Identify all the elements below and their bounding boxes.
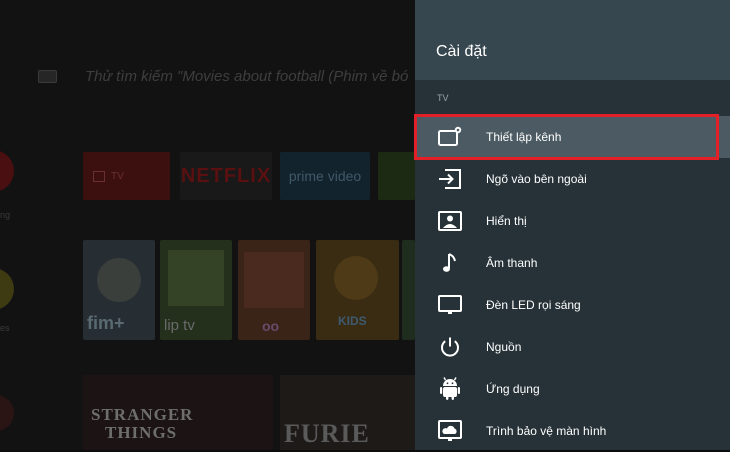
settings-item-display[interactable]: Hiển thị — [415, 200, 730, 242]
tv-app-label: TV — [111, 170, 124, 182]
settings-item-sound[interactable]: Âm thanh — [415, 242, 730, 284]
poster-fim[interactable]: fim+ — [83, 240, 155, 340]
screensaver-icon — [436, 417, 464, 445]
led-illumination-icon — [436, 291, 464, 319]
external-input-icon — [436, 165, 464, 193]
display-icon — [436, 207, 464, 235]
settings-item-label: Trình bảo vệ màn hình — [486, 424, 607, 438]
prime-video-logo: prime video — [288, 168, 362, 184]
search-bar[interactable]: Thử tìm kiếm "Movies about football (Phi… — [38, 68, 408, 85]
poster-kids[interactable]: KIDS — [316, 240, 399, 340]
settings-item-power[interactable]: Nguồn — [415, 326, 730, 368]
stranger-title-line1: STRANGER — [91, 405, 194, 424]
poster-6[interactable] — [402, 240, 415, 340]
settings-item-label: Hiển thị — [486, 214, 527, 228]
side-app-circle-2[interactable] — [0, 268, 14, 310]
stranger-things-tile[interactable]: STRANGER THINGS — [83, 375, 273, 450]
settings-item-label: Thiết lập kênh — [486, 130, 562, 144]
settings-item-led[interactable]: Đèn LED rọi sáng — [415, 284, 730, 326]
section-label-tv: TV — [437, 93, 449, 103]
side-label-1: ng — [0, 210, 11, 220]
settings-item-label: Đèn LED rọi sáng — [486, 298, 581, 312]
side-label-2: es — [0, 323, 10, 333]
side-app-circle-3[interactable] — [0, 395, 14, 431]
poster-label-fim: fim+ — [87, 313, 125, 333]
stranger-title-line2: THINGS — [105, 423, 178, 442]
settings-item-apps[interactable]: Ứng dụng — [415, 368, 730, 410]
android-icon — [436, 375, 464, 403]
netflix-app-tile[interactable]: NETFLIX — [180, 152, 272, 200]
settings-item-external-input[interactable]: Ngõ vào bên ngoài — [415, 158, 730, 200]
music-note-icon — [436, 249, 464, 277]
settings-item-label: Âm thanh — [486, 256, 538, 270]
settings-item-screensaver[interactable]: Trình bảo vệ màn hình — [415, 410, 730, 452]
poster-3[interactable]: oo — [238, 240, 310, 340]
app-tile-4[interactable] — [378, 152, 415, 200]
poster-lip-tv[interactable]: lip tv — [160, 240, 232, 340]
settings-item-label: Ứng dụng — [486, 382, 540, 396]
poster-label-3: oo — [262, 318, 280, 334]
launcher-background: Thử tìm kiếm "Movies about football (Phi… — [0, 0, 415, 450]
keyboard-icon — [38, 70, 57, 83]
poster-label-kids: KIDS — [338, 314, 367, 328]
furie-title: FURIE — [284, 419, 370, 448]
netflix-logo: NETFLIX — [180, 164, 272, 187]
settings-item-label: Ngõ vào bên ngoài — [486, 172, 587, 186]
power-icon — [436, 333, 464, 361]
settings-header: Cài đặt — [415, 0, 730, 80]
settings-title: Cài đặt — [436, 43, 487, 60]
settings-item-channel-setup[interactable]: Thiết lập kênh — [415, 116, 730, 158]
settings-panel: Cài đặt TV Thiết lập kênh Ngõ vào bên ng… — [415, 0, 730, 450]
furie-tile[interactable]: FURIE — [280, 375, 415, 450]
settings-item-label: Nguồn — [486, 340, 522, 354]
channel-setup-icon — [436, 123, 464, 151]
poster-label-lip-tv: lip tv — [164, 317, 195, 334]
search-hint: Thử tìm kiếm "Movies about football (Phi… — [85, 68, 409, 85]
side-app-circle-1[interactable] — [0, 150, 14, 192]
tv-icon — [93, 170, 105, 182]
tv-app-tile[interactable]: TV — [83, 152, 170, 200]
prime-video-app-tile[interactable]: prime video — [280, 152, 370, 200]
